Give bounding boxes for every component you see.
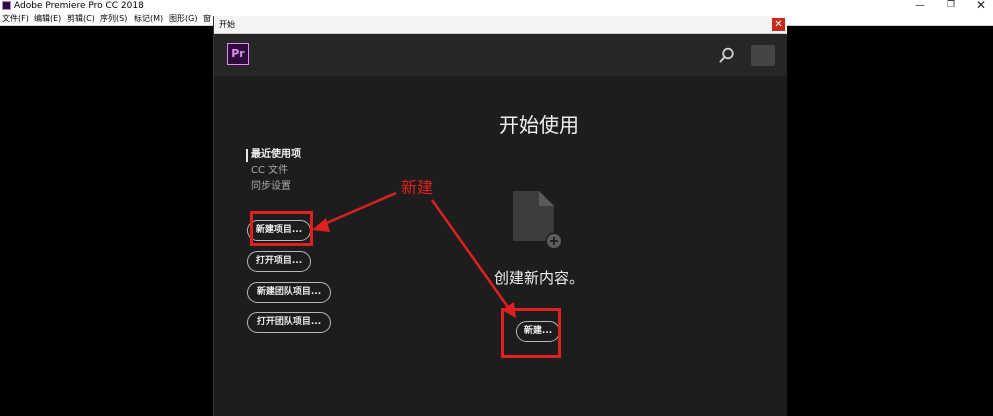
- dialog-close-button[interactable]: ✕: [772, 18, 785, 31]
- menu-marker[interactable]: 标记(M): [134, 12, 163, 26]
- sidebar-item-cc-files[interactable]: CC 文件: [251, 164, 288, 178]
- app-titlebar: Adobe Premiere Pro CC 2018 — ❐ ✕: [0, 0, 993, 12]
- sidebar-item-recent[interactable]: 最近使用项: [251, 148, 301, 162]
- new-team-project-button[interactable]: 新建团队项目...: [247, 282, 331, 303]
- restore-button[interactable]: ❐: [936, 0, 966, 12]
- menu-window[interactable]: 窗: [203, 12, 211, 26]
- menu-graphics[interactable]: 图形(G): [169, 12, 197, 26]
- avatar[interactable]: [751, 45, 775, 66]
- dialog-title: 开始: [219, 20, 235, 29]
- sidebar-item-sync-settings[interactable]: 同步设置: [251, 180, 291, 194]
- premiere-app-icon: [2, 1, 11, 10]
- window-close-button[interactable]: ✕: [966, 0, 993, 12]
- active-link-indicator: [246, 149, 248, 162]
- new-document-icon: [513, 191, 563, 250]
- page-title: 开始使用: [499, 113, 579, 137]
- search-icon[interactable]: [718, 46, 736, 64]
- dialog-titlebar: 开始 ✕: [214, 16, 787, 34]
- menu-file[interactable]: 文件(F): [2, 12, 29, 26]
- annotation-box-new-project: [250, 211, 313, 246]
- menu-sequence[interactable]: 序列(S): [100, 12, 127, 26]
- annotation-label: 新建: [401, 178, 434, 197]
- annotation-box-new: [501, 308, 561, 358]
- premiere-logo: Pr: [227, 43, 249, 65]
- open-project-button[interactable]: 打开项目...: [247, 251, 311, 272]
- open-team-project-button[interactable]: 打开团队项目...: [247, 312, 331, 333]
- menu-clip[interactable]: 剪辑(C): [67, 12, 95, 26]
- dialog-body: 最近使用项 CC 文件 同步设置 新建项目... 打开项目... 新建团队项目.…: [214, 76, 787, 416]
- dialog-header: Pr: [214, 34, 787, 76]
- app-title: Adobe Premiere Pro CC 2018: [14, 1, 144, 11]
- minimize-button[interactable]: —: [905, 0, 935, 12]
- create-new-content-text: 创建新内容。: [493, 269, 584, 287]
- menu-edit[interactable]: 编辑(E): [34, 12, 61, 26]
